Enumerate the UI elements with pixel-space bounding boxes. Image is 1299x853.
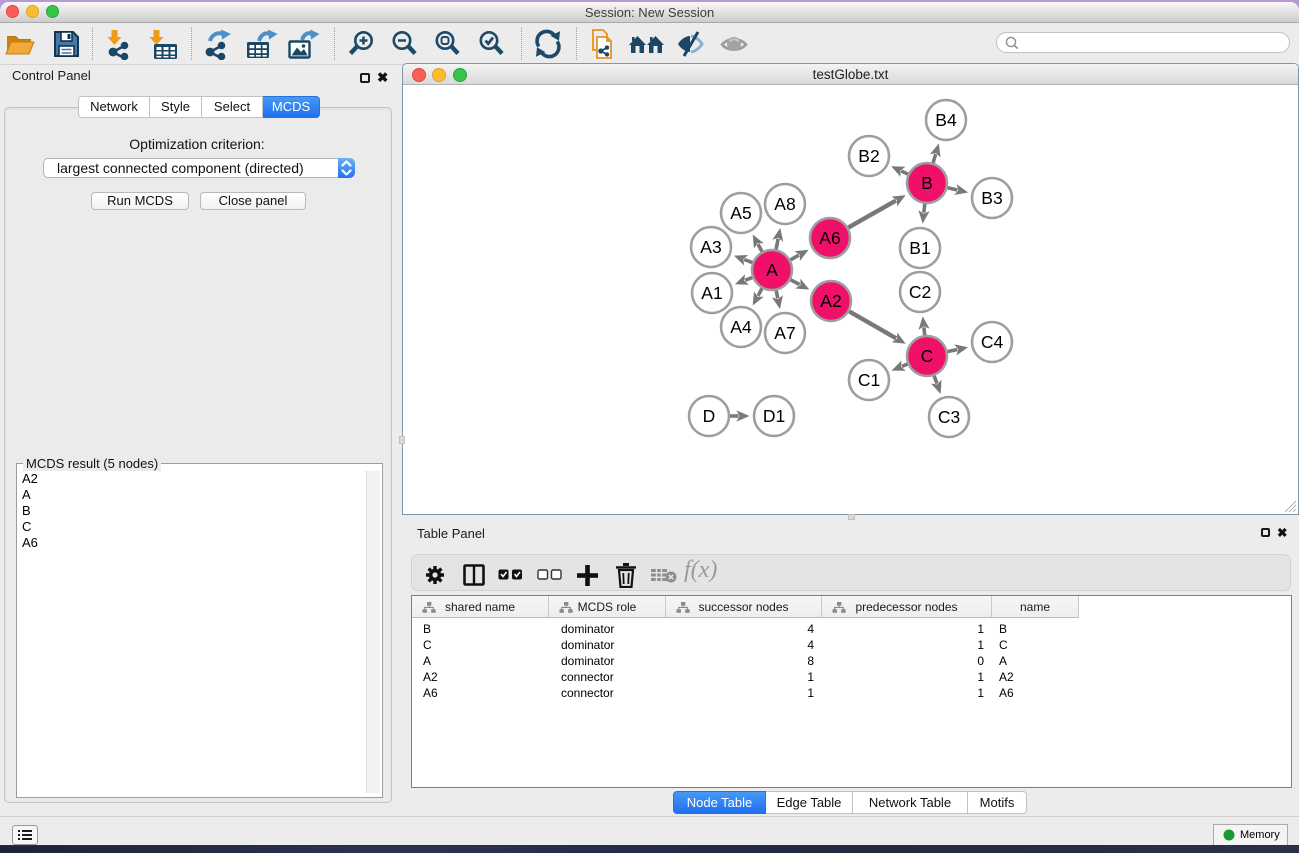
svg-text:B2: B2 xyxy=(858,146,879,166)
svg-text:A4: A4 xyxy=(730,317,752,337)
svg-text:C: C xyxy=(921,346,934,366)
svg-text:B4: B4 xyxy=(935,110,957,130)
svg-text:A7: A7 xyxy=(774,323,795,343)
svg-text:A: A xyxy=(766,260,778,280)
svg-text:A8: A8 xyxy=(774,194,795,214)
svg-text:C2: C2 xyxy=(909,282,931,302)
svg-text:A3: A3 xyxy=(700,237,721,257)
svg-text:C3: C3 xyxy=(938,407,960,427)
svg-text:C1: C1 xyxy=(858,370,880,390)
svg-text:D1: D1 xyxy=(763,406,785,426)
svg-text:A1: A1 xyxy=(701,283,722,303)
svg-text:D: D xyxy=(703,406,716,426)
svg-text:A6: A6 xyxy=(819,228,840,248)
svg-text:B3: B3 xyxy=(981,188,1002,208)
svg-text:C4: C4 xyxy=(981,332,1004,352)
svg-text:B: B xyxy=(921,173,933,193)
svg-text:A5: A5 xyxy=(730,203,751,223)
svg-text:A2: A2 xyxy=(820,291,841,311)
svg-text:B1: B1 xyxy=(909,238,930,258)
